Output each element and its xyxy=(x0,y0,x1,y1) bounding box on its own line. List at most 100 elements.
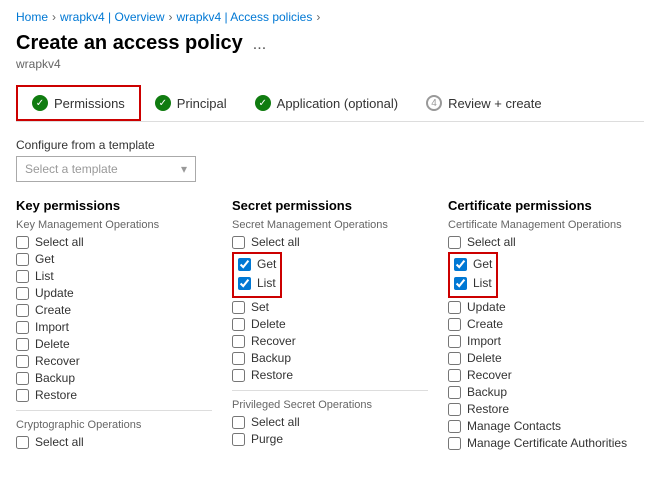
cert-manage-contacts-checkbox[interactable] xyxy=(448,420,461,433)
template-section: Configure from a template Select a templ… xyxy=(16,138,644,182)
cert-select-all-checkbox[interactable] xyxy=(448,236,461,249)
key-backup: Backup xyxy=(16,371,212,385)
cert-recover-checkbox[interactable] xyxy=(448,369,461,382)
key-update-checkbox[interactable] xyxy=(16,287,29,300)
cert-create: Create xyxy=(448,317,644,331)
key-list-checkbox[interactable] xyxy=(16,270,29,283)
tabs-row: ✓ Permissions ✓ Principal ✓ Application … xyxy=(16,85,644,122)
key-create-checkbox[interactable] xyxy=(16,304,29,317)
secret-purge-label: Purge xyxy=(251,432,283,446)
cert-select-all: Select all xyxy=(448,235,644,249)
breadcrumb-overview[interactable]: wrapkv4 | Overview xyxy=(60,10,164,24)
template-label: Configure from a template xyxy=(16,138,644,152)
key-backup-label: Backup xyxy=(35,371,75,385)
secret-list-checkbox[interactable] xyxy=(238,277,251,290)
key-delete: Delete xyxy=(16,337,212,351)
tab-permissions[interactable]: ✓ Permissions xyxy=(16,85,141,121)
secret-set-checkbox[interactable] xyxy=(232,301,245,314)
check-icon-application: ✓ xyxy=(255,95,271,111)
cert-create-checkbox[interactable] xyxy=(448,318,461,331)
secret-list: List xyxy=(238,276,276,290)
cert-delete-checkbox[interactable] xyxy=(448,352,461,365)
secret-select-all: Select all xyxy=(232,235,428,249)
key-mgmt-title: Key Management Operations xyxy=(16,219,212,231)
cert-restore-checkbox[interactable] xyxy=(448,403,461,416)
cert-restore: Restore xyxy=(448,402,644,416)
cert-get-label: Get xyxy=(473,257,492,271)
cert-delete-label: Delete xyxy=(467,351,502,365)
cert-restore-label: Restore xyxy=(467,402,509,416)
secret-priv-select-all-label: Select all xyxy=(251,415,300,429)
certificate-mgmt-title: Certificate Management Operations xyxy=(448,219,644,231)
key-backup-checkbox[interactable] xyxy=(16,372,29,385)
certificate-permissions-title: Certificate permissions xyxy=(448,198,644,213)
secret-get-checkbox[interactable] xyxy=(238,258,251,271)
template-placeholder: Select a template xyxy=(25,162,118,176)
secret-mgmt-title: Secret Management Operations xyxy=(232,219,428,231)
key-restore-label: Restore xyxy=(35,388,77,402)
key-crypto-select-all-checkbox[interactable] xyxy=(16,436,29,449)
key-list: List xyxy=(16,269,212,283)
key-permissions-column: Key permissions Key Management Operation… xyxy=(16,198,212,453)
secret-recover: Recover xyxy=(232,334,428,348)
permissions-grid: Key permissions Key Management Operation… xyxy=(16,198,644,453)
cert-manage-ca-checkbox[interactable] xyxy=(448,437,461,450)
key-restore: Restore xyxy=(16,388,212,402)
key-delete-label: Delete xyxy=(35,337,70,351)
chevron-down-icon: ▾ xyxy=(181,162,187,176)
title-row: Create an access policy ... xyxy=(16,32,644,57)
key-get: Get xyxy=(16,252,212,266)
cert-get: Get xyxy=(454,257,492,271)
cert-highlighted-group: Get List xyxy=(448,252,498,298)
key-select-all-label: Select all xyxy=(35,235,84,249)
cert-get-checkbox[interactable] xyxy=(454,258,467,271)
key-list-label: List xyxy=(35,269,54,283)
secret-select-all-label: Select all xyxy=(251,235,300,249)
breadcrumb-access[interactable]: wrapkv4 | Access policies xyxy=(177,10,313,24)
tab-review[interactable]: 4 Review + create xyxy=(412,87,556,119)
key-recover-checkbox[interactable] xyxy=(16,355,29,368)
secret-select-all-checkbox[interactable] xyxy=(232,236,245,249)
cert-backup-label: Backup xyxy=(467,385,507,399)
secret-permissions-title: Secret permissions xyxy=(232,198,428,213)
secret-delete-checkbox[interactable] xyxy=(232,318,245,331)
key-select-all-checkbox[interactable] xyxy=(16,236,29,249)
cert-list-checkbox[interactable] xyxy=(454,277,467,290)
key-create: Create xyxy=(16,303,212,317)
ellipsis-button[interactable]: ... xyxy=(249,36,270,54)
secret-backup-label: Backup xyxy=(251,351,291,365)
check-icon-permissions: ✓ xyxy=(32,95,48,111)
cert-select-all-label: Select all xyxy=(467,235,516,249)
check-icon-principal: ✓ xyxy=(155,95,171,111)
secret-recover-checkbox[interactable] xyxy=(232,335,245,348)
key-import-label: Import xyxy=(35,320,69,334)
secret-backup-checkbox[interactable] xyxy=(232,352,245,365)
secret-delete-label: Delete xyxy=(251,317,286,331)
secret-restore-checkbox[interactable] xyxy=(232,369,245,382)
secret-priv-select-all-checkbox[interactable] xyxy=(232,416,245,429)
cert-import-checkbox[interactable] xyxy=(448,335,461,348)
secret-set-label: Set xyxy=(251,300,269,314)
page-subtitle: wrapkv4 xyxy=(16,57,644,71)
secret-list-label: List xyxy=(257,276,276,290)
breadcrumb-home[interactable]: Home xyxy=(16,10,48,24)
secret-purge-checkbox[interactable] xyxy=(232,433,245,446)
cert-recover: Recover xyxy=(448,368,644,382)
secret-highlighted-group: Get List xyxy=(232,252,282,298)
tab-application-label: Application (optional) xyxy=(277,96,398,111)
key-select-all: Select all xyxy=(16,235,212,249)
cert-create-label: Create xyxy=(467,317,503,331)
cert-manage-contacts-label: Manage Contacts xyxy=(467,419,561,433)
key-restore-checkbox[interactable] xyxy=(16,389,29,402)
secret-set: Set xyxy=(232,300,428,314)
key-delete-checkbox[interactable] xyxy=(16,338,29,351)
key-get-checkbox[interactable] xyxy=(16,253,29,266)
tab-principal[interactable]: ✓ Principal xyxy=(141,87,241,119)
cert-backup-checkbox[interactable] xyxy=(448,386,461,399)
key-import-checkbox[interactable] xyxy=(16,321,29,334)
tab-application[interactable]: ✓ Application (optional) xyxy=(241,87,412,119)
cert-manage-ca-label: Manage Certificate Authorities xyxy=(467,436,627,450)
cert-update-checkbox[interactable] xyxy=(448,301,461,314)
key-update-label: Update xyxy=(35,286,74,300)
template-dropdown[interactable]: Select a template ▾ xyxy=(16,156,196,182)
